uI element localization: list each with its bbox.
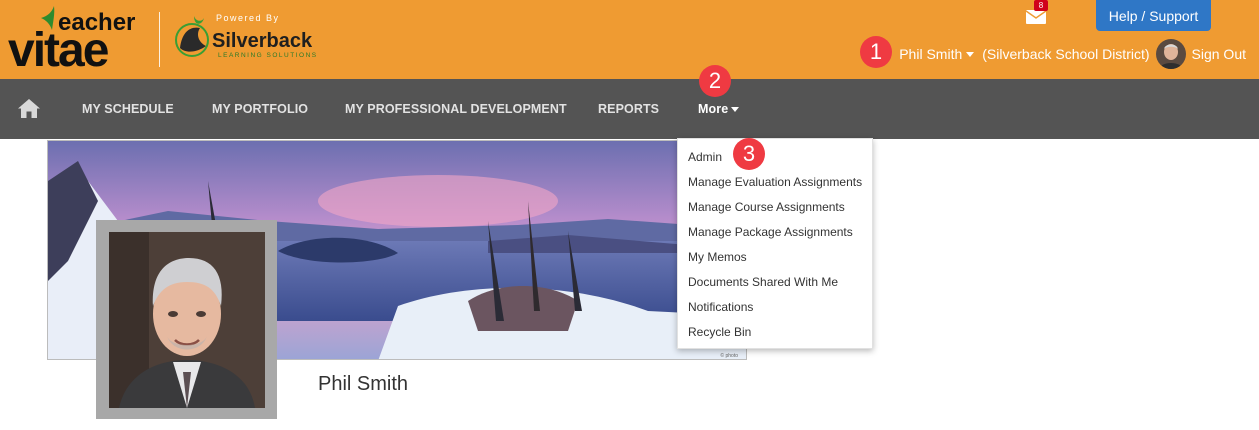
callout-1: 1 bbox=[860, 36, 892, 68]
svg-text:Powered By: Powered By bbox=[216, 13, 280, 23]
menu-item-manage-course-assignments[interactable]: Manage Course Assignments bbox=[688, 200, 845, 214]
teacher-vitae-logo[interactable]: eacher vitae bbox=[8, 6, 148, 70]
nav-my-portfolio[interactable]: MY PORTFOLIO bbox=[212, 79, 308, 139]
nav-reports[interactable]: REPORTS bbox=[598, 79, 659, 139]
user-menu-toggle[interactable]: Phil Smith bbox=[899, 46, 962, 62]
nav-my-professional-development[interactable]: MY PROFESSIONAL DEVELOPMENT bbox=[345, 79, 567, 139]
more-dropdown-menu: Admin Manage Evaluation Assignments Mana… bbox=[677, 138, 873, 349]
svg-text:vitae: vitae bbox=[8, 24, 109, 70]
svg-text:Silverback: Silverback bbox=[212, 30, 313, 52]
nav-my-schedule[interactable]: MY SCHEDULE bbox=[82, 79, 174, 139]
main-navigation: MY SCHEDULE MY PORTFOLIO MY PROFESSIONAL… bbox=[0, 65, 1259, 139]
user-bar: Phil Smith (Silverback School District) … bbox=[899, 39, 1246, 69]
profile-photo[interactable] bbox=[109, 232, 265, 408]
caret-down-icon bbox=[731, 107, 740, 113]
caret-down-icon[interactable] bbox=[966, 51, 975, 57]
district-label: (Silverback School District) bbox=[982, 46, 1150, 62]
menu-item-my-memos[interactable]: My Memos bbox=[688, 250, 747, 264]
menu-item-notifications[interactable]: Notifications bbox=[688, 300, 753, 314]
menu-item-admin[interactable]: Admin bbox=[688, 150, 722, 164]
callout-3: 3 bbox=[733, 138, 765, 170]
menu-item-manage-package-assignments[interactable]: Manage Package Assignments bbox=[688, 225, 853, 239]
mail-count-badge: 8 bbox=[1034, 0, 1048, 11]
menu-item-recycle-bin[interactable]: Recycle Bin bbox=[688, 325, 751, 339]
callout-2: 2 bbox=[699, 65, 731, 97]
nav-more-label: More bbox=[698, 102, 729, 116]
help-support-button[interactable]: Help / Support bbox=[1096, 0, 1211, 31]
avatar[interactable] bbox=[1155, 39, 1186, 69]
home-icon[interactable] bbox=[18, 99, 40, 118]
top-header: eacher vitae Powered By Silverback LEARN… bbox=[0, 0, 1259, 79]
menu-item-manage-evaluation-assignments[interactable]: Manage Evaluation Assignments bbox=[688, 175, 862, 189]
profile-name: Phil Smith bbox=[318, 373, 409, 395]
silverback-logo[interactable]: Powered By Silverback LEARNING SOLUTIONS bbox=[172, 10, 332, 62]
menu-item-documents-shared-with-me[interactable]: Documents Shared With Me bbox=[688, 275, 838, 289]
svg-text:LEARNING SOLUTIONS: LEARNING SOLUTIONS bbox=[218, 52, 318, 59]
svg-text:© photo: © photo bbox=[720, 352, 738, 359]
logo-divider bbox=[159, 12, 160, 67]
sign-out-link[interactable]: Sign Out bbox=[1192, 46, 1246, 62]
